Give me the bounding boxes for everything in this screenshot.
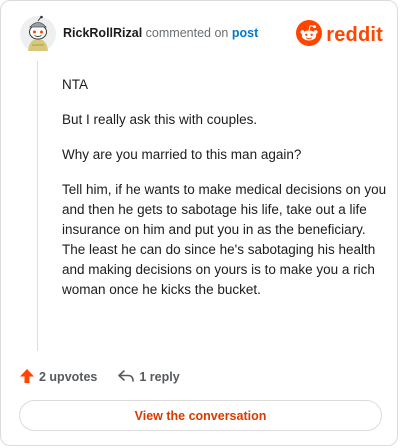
action-text: commented on	[145, 26, 229, 40]
comment-paragraph: Tell him, if he wants to make medical de…	[62, 182, 387, 297]
view-conversation-button[interactable]: View the conversation	[19, 400, 382, 431]
username-link[interactable]: RickRollRizal	[63, 26, 142, 40]
upvote-count: 2 upvotes	[39, 370, 98, 384]
thread-line	[37, 61, 38, 351]
reply-count: 1 reply	[139, 370, 180, 384]
upvote-arrow-icon	[19, 368, 39, 387]
reddit-wordmark: reddit	[326, 24, 383, 46]
reply-arrow-icon	[117, 368, 139, 387]
comment-paragraph: NTA	[62, 77, 88, 92]
comment-header: RickRollRizal commented on post reddit	[19, 14, 383, 54]
comment-paragraph: But I really ask this with couples.	[62, 112, 258, 127]
avatar-icon[interactable]	[19, 15, 57, 53]
comment-meta: RickRollRizal commented on post	[63, 25, 258, 41]
reddit-brand[interactable]: reddit	[296, 20, 383, 51]
reddit-logo-icon	[296, 20, 323, 51]
comment-paragraph: Why are you married to this man again?	[62, 147, 302, 162]
upvote-button[interactable]: 2 upvotes	[19, 368, 97, 387]
comment-body: NTA But I really ask this with couples. …	[62, 75, 388, 300]
comment-actions: 2 upvotes 1 reply	[19, 367, 180, 387]
reply-button[interactable]: 1 reply	[117, 368, 180, 387]
comment-embed-card: RickRollRizal commented on post reddit N…	[0, 0, 398, 446]
post-link[interactable]: post	[232, 26, 258, 40]
